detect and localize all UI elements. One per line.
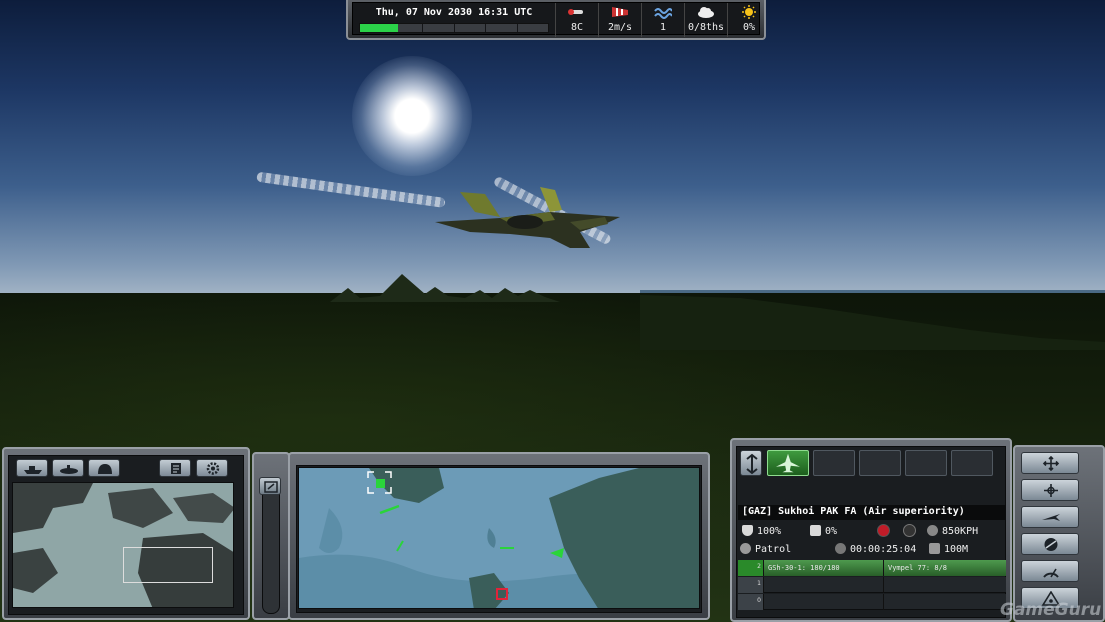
submarine-icon <box>60 465 78 474</box>
weapons-table: 2 GSh-30-1: 180/180 Vympel 77: 8/8 1 0 <box>738 560 1006 612</box>
weapon-slot[interactable] <box>764 594 884 610</box>
minimap[interactable] <box>12 482 234 608</box>
document-icon <box>171 463 181 474</box>
weapon-slot[interactable] <box>884 594 1006 610</box>
speedometer-icon <box>927 525 938 536</box>
alert-status-icon[interactable] <box>877 524 890 537</box>
unit-group-icon <box>746 453 758 475</box>
aircraft-command-button[interactable] <box>1021 506 1079 528</box>
cloud-icon <box>698 7 714 18</box>
unit-slot-4[interactable] <box>905 450 947 476</box>
unit-time: 00:00:25:04 <box>835 543 916 555</box>
waves-icon <box>654 8 672 19</box>
unit-mission: Patrol <box>740 543 791 555</box>
ship-icon <box>24 466 42 474</box>
shield-icon <box>742 525 753 536</box>
aircraft-carrier-icon <box>98 464 112 474</box>
game-datetime: Thu, 07 Nov 2030 16:31 UTC <box>375 7 533 18</box>
temperature-indicator: 8C <box>555 3 597 37</box>
unit-slot-2[interactable] <box>813 450 855 476</box>
sukhoi-pak-fa-aircraft[interactable] <box>430 182 630 257</box>
time-progress-fill <box>360 24 398 32</box>
wind-indicator: 2m/s <box>598 3 640 37</box>
formation-icon <box>1044 484 1058 497</box>
unit-slot-3[interactable] <box>859 450 901 476</box>
friendly-contact-marker[interactable] <box>549 547 565 559</box>
minimap-viewport-rect[interactable] <box>123 547 213 583</box>
weapon-gun[interactable]: GSh-30-1: 180/180 <box>764 560 884 576</box>
thermometer-icon <box>568 9 583 15</box>
unit-title: [GAZ] Sukhoi PAK FA (Air superiority) <box>738 505 1006 520</box>
weapon-slot[interactable] <box>764 577 884 593</box>
weapon-tab[interactable]: 2 <box>738 560 764 576</box>
formation-command-button[interactable] <box>1021 479 1079 501</box>
aircraft-icon <box>1042 514 1060 521</box>
unit-altitude: 100M <box>929 543 968 555</box>
weapon-tab[interactable]: 0 <box>738 594 764 610</box>
minimap-terrain <box>13 483 233 607</box>
friendly-ship-marker[interactable] <box>395 540 405 552</box>
time-progress-bar <box>359 23 549 33</box>
status-bar: Thu, 07 Nov 2030 16:31 UTC 8C 2m/s 1 0/8… <box>346 0 766 40</box>
carrier-filter-button[interactable] <box>88 459 120 477</box>
friendly-unit-marker[interactable] <box>376 479 385 488</box>
patrol-icon <box>740 543 751 554</box>
weapon-missile[interactable]: Vympel 77: 8/8 <box>884 560 1006 576</box>
settings-icon <box>206 462 220 475</box>
settings-button[interactable] <box>196 459 228 477</box>
weapon-row[interactable]: 0 <box>738 594 1006 610</box>
unit-slot-5[interactable] <box>951 450 993 476</box>
unit-slot-1[interactable] <box>767 450 809 476</box>
sun-icon <box>742 5 756 19</box>
unit-damage: 100% <box>742 525 781 537</box>
unit-fuel: 0% <box>810 525 837 537</box>
rain-value: 0% <box>742 22 756 33</box>
submarine-filter-button[interactable] <box>52 459 84 477</box>
weapon-row[interactable]: 2 GSh-30-1: 180/180 Vympel 77: 8/8 <box>738 560 1006 576</box>
wind-value: 2m/s <box>607 22 633 33</box>
sea-state-indicator: 1 <box>641 3 683 37</box>
windsock-icon <box>612 7 628 17</box>
rain-indicator: 0% <box>727 3 769 37</box>
fuel-icon <box>810 525 821 536</box>
sensor-command-button[interactable] <box>1021 560 1079 582</box>
watermark: GameGuru <box>1000 600 1102 620</box>
radar-status-icon[interactable] <box>903 524 916 537</box>
globe-icon <box>1044 538 1058 551</box>
weapon-slot[interactable] <box>884 577 1006 593</box>
coastline <box>640 295 1105 350</box>
radar-icon <box>1043 568 1059 578</box>
attack-command-button[interactable] <box>1021 533 1079 555</box>
tactical-map[interactable] <box>298 467 700 609</box>
move-command-button[interactable] <box>1021 452 1079 474</box>
unit-group-button[interactable] <box>740 450 762 476</box>
fighter-jet-icon <box>776 453 800 473</box>
temperature-value: 8C <box>570 22 584 33</box>
ship-filter-button[interactable] <box>16 459 48 477</box>
unit-speed: 850KPH <box>927 525 978 537</box>
weapon-row[interactable]: 1 <box>738 577 1006 593</box>
cloud-cover-indicator: 0/8ths <box>684 3 726 37</box>
zoom-icon <box>264 481 278 493</box>
clock-icon <box>835 543 846 554</box>
mountains <box>330 274 560 302</box>
sea-state-value: 1 <box>659 22 667 33</box>
reports-button[interactable] <box>159 459 191 477</box>
friendly-aircraft-marker[interactable] <box>379 504 401 514</box>
weapon-tab[interactable]: 1 <box>738 577 764 593</box>
move-icon <box>1042 456 1060 471</box>
map-zoom-button[interactable] <box>259 477 281 495</box>
hostile-unit-marker[interactable] <box>496 588 508 600</box>
friendly-patrol-marker[interactable] <box>499 544 515 552</box>
altitude-icon <box>929 543 940 554</box>
sun <box>352 56 472 176</box>
cloud-cover-value: 0/8ths <box>687 22 725 33</box>
